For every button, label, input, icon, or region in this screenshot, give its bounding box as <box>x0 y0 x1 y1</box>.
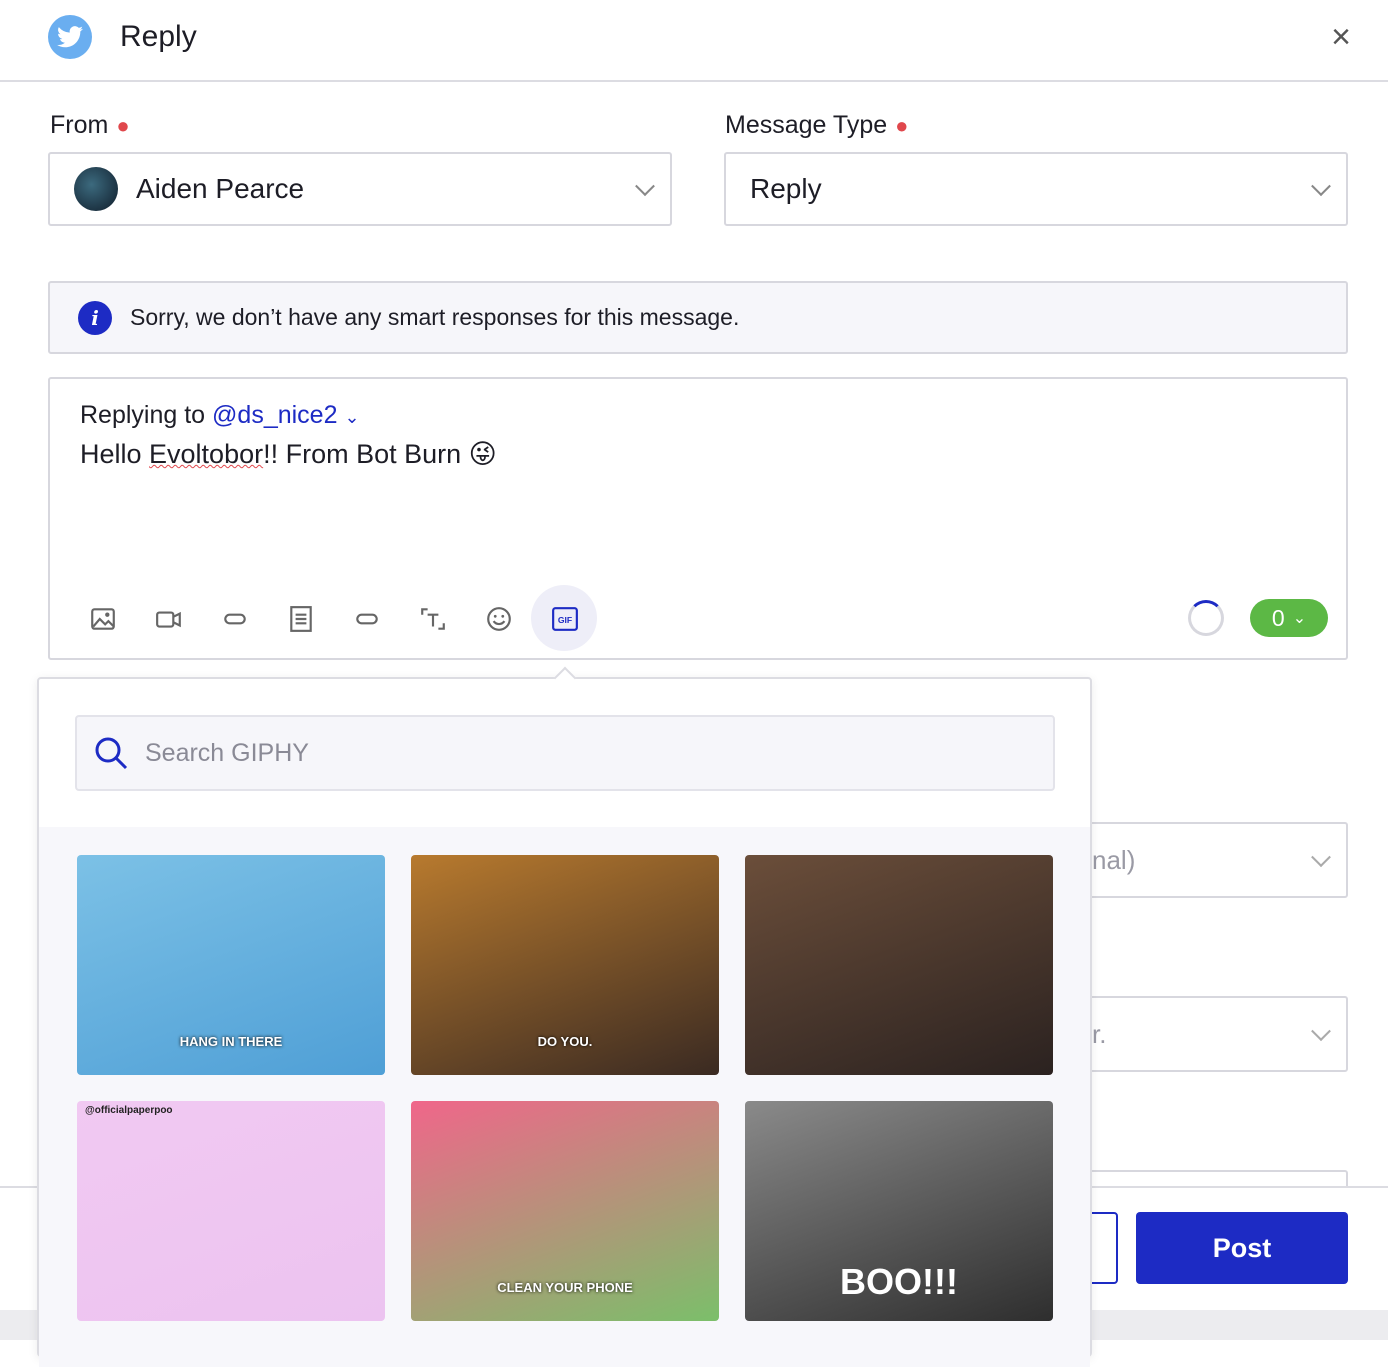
from-label-text: From <box>50 111 109 139</box>
close-icon[interactable]: × <box>1322 18 1360 56</box>
text-part: Hello <box>80 439 150 469</box>
popover-arrow <box>553 666 577 690</box>
compose-box[interactable]: Replying to @ds_nice2 ⌄ Hello Evoltobor!… <box>48 377 1348 660</box>
replying-to: Replying to @ds_nice2 ⌄ <box>80 401 360 430</box>
giphy-search-input[interactable]: Search GIPHY <box>75 715 1055 791</box>
image-icon <box>91 608 115 630</box>
message-text[interactable]: Hello Evoltobor!! From Bot Burn 😜 <box>80 439 497 470</box>
twitter-bird-icon <box>48 15 92 59</box>
gif-toilet-paper[interactable]: @officialpaperpoo <box>77 1101 385 1321</box>
link-icon <box>356 613 378 625</box>
emoji-button[interactable] <box>479 599 519 639</box>
search-icon <box>95 737 128 770</box>
modal-title: Reply <box>120 20 197 53</box>
emoji-icon <box>487 607 511 631</box>
link-button[interactable] <box>215 599 255 639</box>
message-type-label-text: Message Type <box>725 111 888 139</box>
text-frame-button[interactable] <box>413 599 453 639</box>
chevron-down-icon <box>635 176 655 197</box>
gif-clean-your-phone[interactable]: CLEAN YOUR PHONE <box>411 1101 719 1321</box>
gif-do-you[interactable]: DO YOU. <box>411 855 719 1075</box>
search-placeholder: Search GIPHY <box>145 738 309 767</box>
avatar <box>74 167 118 211</box>
post-button[interactable]: Post <box>1136 1212 1348 1284</box>
text-frame-icon <box>421 608 445 630</box>
text-part: !! From Bot Burn 😜 <box>263 439 497 469</box>
giphy-popover: Search GIPHY HANG IN THERE DO YOU. @offici… <box>37 666 1092 1367</box>
link-icon <box>224 613 246 625</box>
gif-boo[interactable]: BOO!!! <box>745 1101 1053 1321</box>
gif-button[interactable]: GIF <box>545 599 585 639</box>
video-button[interactable] <box>149 599 189 639</box>
gif-hang-in-there[interactable]: HANG IN THERE <box>77 855 385 1075</box>
document-button[interactable] <box>281 599 321 639</box>
required-dot: ● <box>895 113 909 138</box>
gif-caption: CLEAN YOUR PHONE <box>497 1280 633 1295</box>
reply-handle-link[interactable]: @ds_nice2 <box>212 401 337 429</box>
gif-caption: DO YOU. <box>537 1034 593 1049</box>
gif-icon: GIF <box>552 607 578 631</box>
gif-caption: @officialpaperpoo <box>85 1105 173 1116</box>
gif-caption: HANG IN THERE <box>179 1034 283 1049</box>
counter-value: 0 <box>1271 604 1285 631</box>
select-placeholder: r. <box>1092 1018 1107 1049</box>
chevron-down-icon <box>1311 176 1331 197</box>
character-counter[interactable]: 0 ⌄ <box>1250 599 1328 637</box>
from-label: From ● <box>50 111 130 140</box>
smart-response-notice: i Sorry, we don’t have any smart respons… <box>48 281 1348 354</box>
select-placeholder: nal) <box>1092 844 1136 875</box>
chevron-down-icon <box>1311 1021 1331 1042</box>
from-value: Aiden Pearce <box>136 173 305 204</box>
required-dot: ● <box>116 113 130 138</box>
gif-woman-eating[interactable] <box>745 855 1053 1075</box>
chevron-down-icon <box>1311 847 1331 868</box>
misspelled-word: Evoltobor <box>149 439 264 469</box>
svg-text:GIF: GIF <box>558 615 572 625</box>
message-type-select[interactable]: Reply <box>724 152 1348 226</box>
from-select[interactable]: Aiden Pearce <box>48 152 672 226</box>
video-icon <box>156 611 181 628</box>
message-type-label: Message Type ● <box>725 111 908 140</box>
gif-caption: BOO!!! <box>840 1261 958 1302</box>
chevron-down-icon: ⌄ <box>1292 610 1307 627</box>
message-type-value: Reply <box>750 173 822 204</box>
modal-header: Reply × <box>0 0 1388 82</box>
gif-grid: HANG IN THERE DO YOU. @officialpaperpoo CLE… <box>39 827 1090 1367</box>
loading-spinner-icon <box>1188 600 1224 636</box>
background-select-1[interactable]: nal) <box>1060 822 1348 898</box>
replying-prefix: Replying to <box>80 401 206 429</box>
notice-text: Sorry, we don’t have any smart responses… <box>130 304 740 330</box>
info-icon: i <box>78 300 112 335</box>
document-icon <box>290 606 312 632</box>
background-select-2[interactable]: r. <box>1060 996 1348 1072</box>
image-button[interactable] <box>83 599 123 639</box>
link-button[interactable] <box>347 599 387 639</box>
chevron-down-icon[interactable]: ⌄ <box>344 407 359 427</box>
